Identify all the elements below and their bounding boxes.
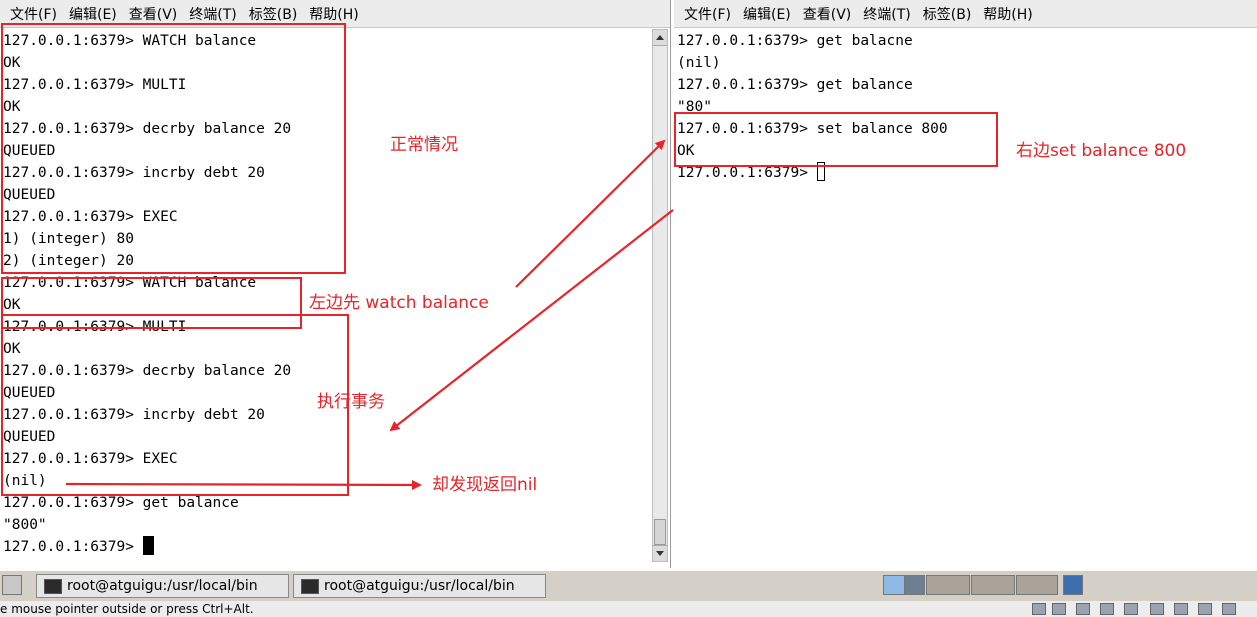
workspace-3[interactable] — [926, 575, 970, 595]
terminal-icon — [44, 579, 62, 594]
annotation-returns-nil: 却发现返回nil — [432, 475, 538, 495]
menu-view[interactable]: 查看(V) — [797, 4, 858, 24]
trash-icon[interactable] — [1063, 575, 1083, 595]
menu-terminal[interactable]: 终端(T) — [183, 4, 242, 24]
show-desktop-icon[interactable] — [2, 575, 22, 595]
annotation-right-set: 右边set balance 800 — [1016, 141, 1187, 161]
terminal-prompt-line[interactable]: 127.0.0.1:6379> — [0, 536, 670, 558]
taskbar: root@atguigu:/usr/local/bin root@atguigu… — [0, 570, 1257, 601]
menu-file[interactable]: 文件(F) — [0, 4, 63, 24]
taskbar-task-label: root@atguigu:/usr/local/bin — [324, 578, 515, 594]
menu-terminal[interactable]: 终端(T) — [857, 4, 916, 24]
terminal-line: 127.0.0.1:6379> get balacne — [677, 33, 913, 49]
terminal-icon — [301, 579, 319, 594]
terminal-line: "800" — [3, 517, 47, 533]
taskbar-task-terminal-2[interactable]: root@atguigu:/usr/local/bin — [293, 574, 546, 598]
annotation-box-set — [674, 112, 998, 167]
menu-tabs[interactable]: 标签(B) — [243, 4, 304, 24]
arrow-up-icon — [656, 35, 664, 40]
workspace-2[interactable] — [905, 575, 925, 595]
vertical-scrollbar[interactable] — [652, 29, 668, 562]
menu-bar: 文件(F) 编辑(E) 查看(V) 终端(T) 标签(B) 帮助(H) — [674, 0, 1257, 28]
vm-tools-icon[interactable] — [1222, 603, 1236, 615]
arrow-down-icon — [656, 551, 664, 556]
taskbar-task-terminal-1[interactable]: root@atguigu:/usr/local/bin — [36, 574, 289, 598]
terminal-line: (nil) — [677, 55, 721, 71]
taskbar-task-label: root@atguigu:/usr/local/bin — [67, 578, 258, 594]
annotation-box-transaction — [1, 314, 349, 496]
message-icon[interactable] — [1198, 603, 1212, 615]
printer-icon[interactable] — [1100, 603, 1114, 615]
annotation-exec-tx: 执行事务 — [317, 392, 385, 412]
annotation-left-watch: 左边先 watch balance — [309, 293, 489, 313]
cdrom-icon[interactable] — [1052, 603, 1066, 615]
menu-file[interactable]: 文件(F) — [674, 4, 737, 24]
terminal-line: 127.0.0.1:6379> get balance — [677, 77, 913, 93]
workspace-4[interactable] — [971, 575, 1015, 595]
hdd-icon[interactable] — [1032, 603, 1046, 615]
annotation-normal: 正常情况 — [390, 135, 458, 155]
menu-help[interactable]: 帮助(H) — [303, 4, 364, 24]
menu-view[interactable]: 查看(V) — [123, 4, 184, 24]
display-icon[interactable] — [1174, 603, 1188, 615]
vm-status-bar: e mouse pointer outside or press Ctrl+Al… — [0, 601, 1257, 617]
menu-tabs[interactable]: 标签(B) — [917, 4, 978, 24]
scroll-up-button[interactable] — [653, 30, 667, 46]
text-cursor — [142, 536, 154, 555]
workspace-1[interactable] — [883, 575, 905, 595]
terminal-prompt: 127.0.0.1:6379> — [3, 539, 143, 555]
workspace-5[interactable] — [1016, 575, 1058, 595]
menu-help[interactable]: 帮助(H) — [977, 4, 1038, 24]
terminal-prompt: 127.0.0.1:6379> — [677, 165, 817, 181]
scrollbar-thumb[interactable] — [654, 519, 666, 545]
usb-icon[interactable] — [1150, 603, 1164, 615]
terminal-window-right[interactable]: 文件(F) 编辑(E) 查看(V) 终端(T) 标签(B) 帮助(H) 127.… — [674, 0, 1257, 568]
menu-edit[interactable]: 编辑(E) — [737, 4, 797, 24]
scroll-down-button[interactable] — [653, 545, 667, 561]
network-icon[interactable] — [1076, 603, 1090, 615]
annotation-box-normal — [1, 23, 346, 274]
menu-edit[interactable]: 编辑(E) — [63, 4, 123, 24]
terminal-output[interactable]: 127.0.0.1:6379> get balacne (nil) 127.0.… — [674, 30, 1257, 568]
status-message: e mouse pointer outside or press Ctrl+Al… — [0, 602, 254, 616]
sound-icon[interactable] — [1124, 603, 1138, 615]
